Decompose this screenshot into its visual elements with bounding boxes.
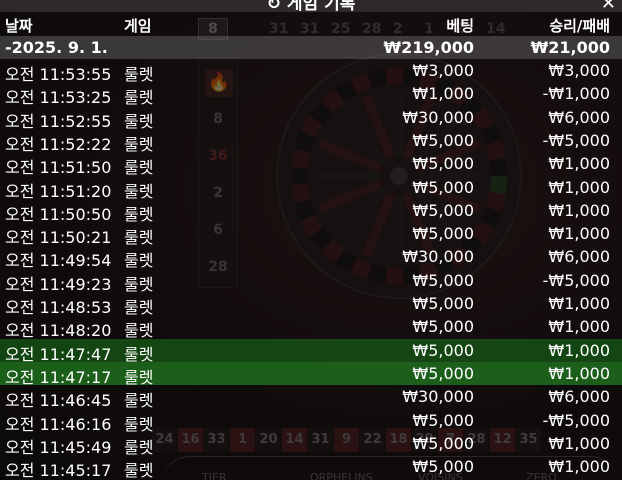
- row-bet: ₩5,000: [412, 200, 474, 220]
- row-winloss: ₩1,000: [548, 294, 610, 313]
- history-row[interactable]: 오전 11:45:49 룰렛 ₩5,000 ₩1,000: [0, 432, 622, 457]
- game-history-dialog: ↻ 게임 기록 ✕ 날짜 게임 베팅 승리/패배 -2025. 9. 1. ₩21…: [0, 0, 622, 480]
- row-time: 오전 11:45:17: [5, 461, 112, 480]
- row-bet: ₩1,000: [412, 84, 474, 104]
- history-row[interactable]: 오전 11:53:55 룰렛 ₩3,000 ₩3,000: [0, 59, 622, 84]
- history-row[interactable]: 오전 11:49:23 룰렛 ₩5,000 -₩5,000: [0, 269, 622, 294]
- history-row[interactable]: 오전 11:52:22 룰렛 ₩5,000 -₩5,000: [0, 129, 622, 154]
- row-bet: ₩30,000: [402, 247, 474, 267]
- row-winloss: -₩1,000: [542, 84, 610, 104]
- row-winloss: ₩1,000: [548, 317, 610, 337]
- row-winloss: ₩1,000: [548, 200, 610, 220]
- row-bet: ₩5,000: [412, 433, 474, 453]
- row-winloss: ₩6,000: [548, 387, 610, 407]
- row-bet: ₩30,000: [402, 387, 474, 407]
- history-row[interactable]: 오전 11:46:16 룰렛 ₩5,000 -₩5,000: [0, 409, 622, 434]
- row-bet: ₩5,000: [412, 224, 474, 244]
- row-bet: ₩5,000: [412, 294, 474, 313]
- history-row[interactable]: 오전 11:48:53 룰렛 ₩5,000 ₩1,000: [0, 292, 622, 317]
- row-bet: ₩5,000: [412, 410, 474, 430]
- close-icon[interactable]: ✕: [601, 0, 616, 12]
- history-row[interactable]: 오전 11:50:21 룰렛 ₩5,000 ₩1,000: [0, 222, 622, 247]
- history-row[interactable]: 오전 11:49:54 룰렛 ₩30,000 ₩6,000: [0, 245, 622, 270]
- row-winloss: ₩3,000: [548, 61, 610, 80]
- row-bet: ₩5,000: [412, 363, 474, 383]
- history-row[interactable]: 오전 11:51:20 룰렛 ₩5,000 ₩1,000: [0, 176, 622, 201]
- column-bet: 베팅: [446, 17, 474, 35]
- row-winloss: ₩6,000: [548, 247, 610, 267]
- row-winloss: -₩5,000: [542, 410, 610, 430]
- row-bet: ₩5,000: [412, 154, 474, 174]
- row-winloss: ₩1,000: [548, 363, 610, 383]
- history-row[interactable]: 오전 11:48:20 룰렛 ₩5,000 ₩1,000: [0, 315, 622, 340]
- history-row[interactable]: 오전 11:50:50 룰렛 ₩5,000 ₩1,000: [0, 199, 622, 224]
- row-bet: ₩5,000: [412, 177, 474, 197]
- row-game: 룰렛: [124, 461, 154, 480]
- summary-winloss: ₩21,000: [530, 38, 610, 57]
- history-row[interactable]: 오전 11:47:47 룰렛 ₩5,000 ₩1,000: [0, 338, 622, 364]
- history-row[interactable]: 오전 11:53:25 룰렛 ₩1,000 -₩1,000: [0, 82, 622, 107]
- row-winloss: ₩1,000: [548, 177, 610, 197]
- history-row[interactable]: 오전 11:46:45 룰렛 ₩30,000 ₩6,000: [0, 385, 622, 410]
- summary-bet: ₩219,000: [383, 38, 474, 57]
- row-bet: ₩5,000: [412, 317, 474, 337]
- row-bet: ₩5,000: [412, 340, 474, 360]
- row-bet: ₩5,000: [412, 130, 474, 150]
- column-winloss: 승리/패배: [549, 17, 610, 35]
- dialog-titlebar: ↻ 게임 기록 ✕: [0, 0, 622, 12]
- history-row[interactable]: 오전 11:45:17 룰렛 ₩5,000 ₩1,000: [0, 455, 622, 480]
- row-winloss: -₩5,000: [542, 270, 610, 290]
- row-bet: ₩30,000: [402, 107, 474, 127]
- column-game: 게임: [124, 17, 152, 35]
- column-date: 날짜: [5, 17, 33, 35]
- history-icon: ↻: [266, 0, 281, 12]
- row-winloss: ₩1,000: [548, 224, 610, 244]
- dialog-title-text: 게임 기록: [286, 0, 356, 12]
- row-winloss: ₩1,000: [548, 457, 610, 477]
- date-summary-row[interactable]: -2025. 9. 1. ₩219,000 ₩21,000: [0, 36, 622, 59]
- row-winloss: ₩1,000: [548, 340, 610, 360]
- row-bet: ₩5,000: [412, 457, 474, 477]
- row-winloss: ₩1,000: [548, 433, 610, 453]
- history-row[interactable]: 오전 11:52:55 룰렛 ₩30,000 ₩6,000: [0, 106, 622, 131]
- row-winloss: -₩5,000: [542, 130, 610, 150]
- table-header: 날짜 게임 베팅 승리/패배: [0, 12, 622, 36]
- row-bet: ₩3,000: [412, 61, 474, 80]
- dialog-title: ↻ 게임 기록: [0, 0, 622, 12]
- history-row[interactable]: 오전 11:47:17 룰렛 ₩5,000 ₩1,000: [0, 361, 622, 387]
- row-winloss: ₩1,000: [548, 154, 610, 174]
- row-bet: ₩5,000: [412, 270, 474, 290]
- summary-date: -2025. 9. 1.: [5, 38, 108, 57]
- history-row[interactable]: 오전 11:51:50 룰렛 ₩5,000 ₩1,000: [0, 152, 622, 177]
- row-winloss: ₩6,000: [548, 107, 610, 127]
